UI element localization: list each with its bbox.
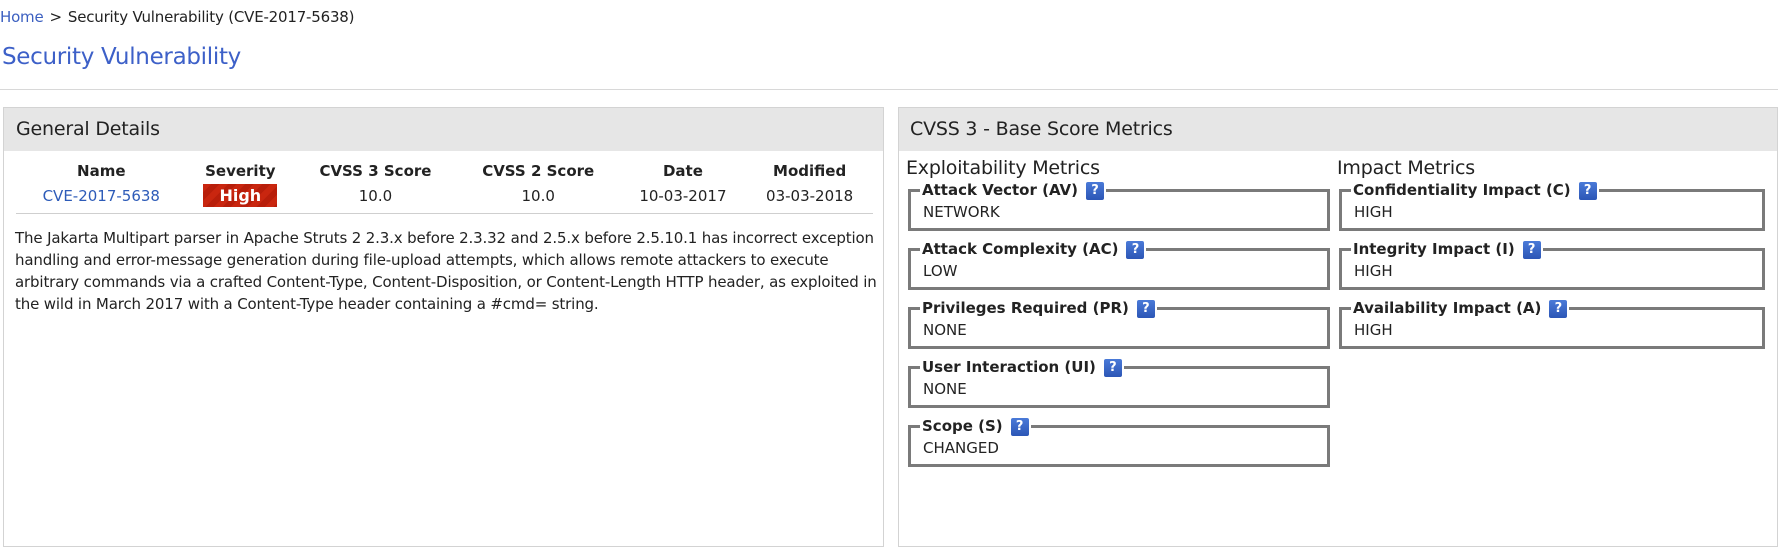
impact-metrics-title: Impact Metrics (1337, 157, 1475, 179)
metric-attack-vector: Attack Vector (AV)? NETWORK (908, 181, 1330, 231)
metric-scope: Scope (S)? CHANGED (908, 417, 1330, 467)
help-icon[interactable]: ? (1103, 359, 1122, 377)
cell-cvss3-score: 10.0 (294, 183, 457, 214)
cell-cvss2-score: 10.0 (456, 183, 620, 214)
column-header-modified: Modified (773, 161, 847, 180)
metric-value: CHANGED (923, 439, 999, 457)
exploitability-metrics: Exploitability Metrics Attack Vector (AV… (906, 151, 1330, 476)
page-title: Security Vulnerability (2, 44, 241, 70)
metric-label: Attack Vector (AV) (922, 181, 1079, 199)
help-icon[interactable]: ? (1549, 300, 1568, 318)
severity-badge: High (203, 184, 278, 207)
title-divider (0, 89, 1778, 90)
help-icon[interactable]: ? (1086, 182, 1105, 200)
metric-label: User Interaction (UI) (922, 358, 1096, 376)
metric-value: LOW (923, 262, 958, 280)
vulnerability-description: The Jakarta Multipart parser in Apache S… (15, 229, 877, 313)
column-header-severity: Severity (205, 161, 276, 180)
metric-integrity-impact: Integrity Impact (I)? HIGH (1339, 240, 1765, 290)
metric-label: Privileges Required (PR) (922, 299, 1129, 317)
metric-value: NONE (923, 321, 967, 339)
table-header-row: Name Severity CVSS 3 Score CVSS 2 Score … (16, 158, 873, 183)
general-details-header: General Details (4, 108, 883, 151)
metric-label: Availability Impact (A) (1353, 299, 1542, 317)
breadcrumb-home-link[interactable]: Home (0, 8, 44, 26)
exploitability-metrics-title: Exploitability Metrics (906, 157, 1100, 179)
metric-value: NONE (923, 380, 967, 398)
metric-privileges-required: Privileges Required (PR)? NONE (908, 299, 1330, 349)
impact-metrics: Impact Metrics Confidentiality Impact (C… (1337, 151, 1765, 358)
cell-name: CVE-2017-5638 (16, 183, 187, 214)
metric-user-interaction: User Interaction (UI)? NONE (908, 358, 1330, 408)
help-icon[interactable]: ? (1010, 418, 1029, 436)
cell-severity: High (186, 183, 295, 214)
metric-value: HIGH (1354, 262, 1393, 280)
metric-availability-impact: Availability Impact (A)? HIGH (1339, 299, 1765, 349)
breadcrumb: Home > Security Vulnerability (CVE-2017-56… (0, 8, 354, 26)
cell-modified: 03-03-2018 (746, 183, 873, 214)
metric-label: Scope (S) (922, 417, 1003, 435)
general-details-panel: General Details Name Severity CVSS 3 Sco… (3, 107, 884, 547)
cvss3-metrics-panel: CVSS 3 - Base Score Metrics Exploitabili… (898, 107, 1778, 547)
details-table: Name Severity CVSS 3 Score CVSS 2 Score … (16, 158, 873, 214)
table-row: CVE-2017-5638 High 10.0 10.0 10-03-2017 … (16, 183, 873, 214)
column-header-name: Name (77, 161, 126, 180)
cvss3-metrics-header: CVSS 3 - Base Score Metrics (899, 108, 1777, 151)
metric-value: NETWORK (923, 203, 1000, 221)
column-header-cvss2-score: CVSS 2 Score (482, 161, 595, 180)
cve-link[interactable]: CVE-2017-5638 (43, 187, 160, 205)
column-header-date: Date (662, 161, 703, 180)
help-icon[interactable]: ? (1136, 300, 1155, 318)
cell-date: 10-03-2017 (619, 183, 747, 214)
help-icon[interactable]: ? (1578, 182, 1597, 200)
metric-value: HIGH (1354, 321, 1393, 339)
metric-label: Integrity Impact (I) (1353, 240, 1515, 258)
help-icon[interactable]: ? (1522, 241, 1541, 259)
column-header-cvss3-score: CVSS 3 Score (319, 161, 432, 180)
breadcrumb-separator: > (49, 8, 63, 26)
metric-value: HIGH (1354, 203, 1393, 221)
metric-label: Confidentiality Impact (C) (1353, 181, 1571, 199)
breadcrumb-current: Security Vulnerability (CVE-2017-5638) (67, 8, 355, 26)
metric-confidentiality-impact: Confidentiality Impact (C)? HIGH (1339, 181, 1765, 231)
metric-attack-complexity: Attack Complexity (AC)? LOW (908, 240, 1330, 290)
metric-label: Attack Complexity (AC) (922, 240, 1119, 258)
help-icon[interactable]: ? (1126, 241, 1145, 259)
